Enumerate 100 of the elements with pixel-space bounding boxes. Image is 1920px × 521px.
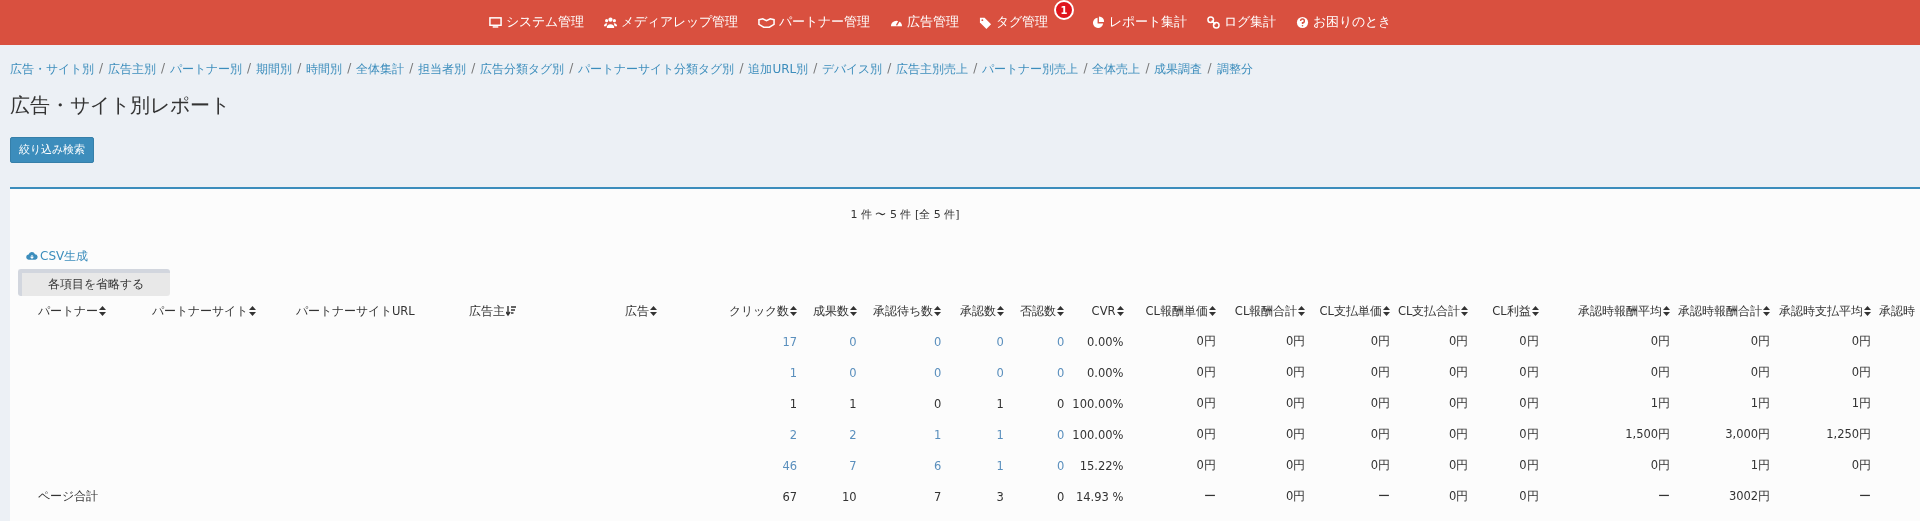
- sort-icon: [934, 306, 942, 316]
- count-link[interactable]: 6: [933, 458, 942, 473]
- column-header[interactable]: 承認時: [1879, 303, 1916, 319]
- breadcrumb-separator: /: [1207, 61, 1212, 77]
- count-link[interactable]: 0: [996, 365, 1004, 380]
- column-header[interactable]: CL報酬単価: [1145, 303, 1216, 319]
- monitor-icon: [489, 16, 502, 29]
- count-link[interactable]: 0: [849, 365, 857, 380]
- column-header[interactable]: パートナーサイト: [151, 303, 256, 319]
- count-link[interactable]: 0: [1057, 458, 1065, 473]
- table-cell: 0円: [1750, 365, 1771, 379]
- column-header[interactable]: パートナーサイトURL: [295, 303, 415, 319]
- table-cell: 0円: [1650, 334, 1671, 348]
- nav-menu-item[interactable]: 広告管理: [890, 14, 959, 31]
- table-cell: 0円: [1285, 489, 1306, 503]
- column-header[interactable]: クリック数: [729, 303, 798, 319]
- column-header[interactable]: 否認数: [1020, 303, 1065, 319]
- count-link[interactable]: 1: [996, 427, 1004, 442]
- table-cell: 0円: [1285, 334, 1306, 348]
- sort-icon: [99, 306, 106, 316]
- breadcrumb-link[interactable]: デバイス別: [822, 61, 883, 78]
- table-cell: 0.00%: [1086, 334, 1124, 349]
- count-link[interactable]: 2: [789, 427, 798, 442]
- sort-icon: [1057, 306, 1065, 316]
- breadcrumb-link[interactable]: パートナー別売上: [982, 61, 1079, 78]
- count-link[interactable]: 46: [782, 458, 798, 473]
- filter-search-button[interactable]: 絞り込み検索: [10, 137, 94, 163]
- column-header[interactable]: 承認数: [959, 303, 1004, 319]
- nav-menu-item[interactable]: ログ集計: [1207, 14, 1276, 31]
- collapse-columns-button[interactable]: 各項目を省略する: [18, 269, 170, 296]
- breadcrumb-link[interactable]: 担当者別: [418, 61, 467, 78]
- count-link[interactable]: 1: [933, 427, 942, 442]
- table-cell: 100.00%: [1072, 427, 1124, 442]
- table-cell: 3,000円: [1725, 427, 1771, 441]
- sort-icon: [1461, 306, 1469, 316]
- count-link[interactable]: 2: [849, 427, 857, 442]
- count-link[interactable]: 7: [849, 458, 857, 473]
- nav-menu-item[interactable]: レポート集計: [1092, 14, 1187, 31]
- nav-menu-item[interactable]: パートナー管理: [758, 14, 870, 31]
- breadcrumb-separator: /: [347, 61, 352, 77]
- column-header[interactable]: 承認時報酬合計: [1678, 303, 1771, 319]
- count-link[interactable]: 0: [1057, 427, 1065, 442]
- column-header[interactable]: CL利益: [1492, 303, 1539, 319]
- breadcrumb-link[interactable]: 時間別: [306, 61, 343, 78]
- count-link[interactable]: 0: [933, 365, 942, 380]
- table-cell: ー: [1658, 489, 1671, 503]
- breadcrumb-link[interactable]: 広告主別: [108, 61, 157, 78]
- count-link[interactable]: 1: [996, 458, 1004, 473]
- nav-menu-item[interactable]: お困りのとき: [1296, 14, 1391, 31]
- count-link[interactable]: 0: [1057, 334, 1065, 349]
- count-link[interactable]: 1: [789, 365, 798, 380]
- breadcrumb-link[interactable]: 成果調査: [1154, 61, 1203, 78]
- breadcrumb-link[interactable]: 広告主別売上: [896, 61, 969, 78]
- column-header[interactable]: CL報酬合計: [1234, 303, 1306, 319]
- column-header[interactable]: 承認時支払平均: [1779, 303, 1872, 319]
- table-cell: 0円: [1750, 334, 1771, 348]
- breadcrumb-link[interactable]: パートナーサイト分類タグ別: [578, 61, 735, 78]
- count-link[interactable]: 0: [1057, 365, 1065, 380]
- count-link[interactable]: 0: [933, 334, 942, 349]
- csv-export-link[interactable]: CSV生成: [26, 247, 89, 265]
- sort-icon: [1298, 306, 1306, 316]
- column-header[interactable]: 成果数: [812, 303, 857, 319]
- breadcrumb-separator: /: [409, 61, 414, 77]
- breadcrumb-link[interactable]: 追加URL別: [748, 61, 809, 78]
- sort-icon: [849, 306, 857, 316]
- column-header[interactable]: 承認待ち数: [873, 303, 942, 319]
- breadcrumb-link[interactable]: 期間別: [256, 61, 293, 78]
- count-link[interactable]: 17: [782, 334, 798, 349]
- sort-icon: [1208, 306, 1216, 316]
- table-cell: 14.93 %: [1076, 489, 1124, 504]
- table-cell: 0円: [1370, 427, 1390, 441]
- table-cell: 0円: [1519, 427, 1539, 441]
- table-cell: 0円: [1650, 365, 1671, 379]
- nav-menu-item[interactable]: システム管理: [489, 14, 584, 31]
- notification-badge: 1: [1054, 0, 1074, 20]
- breadcrumb-link[interactable]: 広告分類タグ別: [480, 61, 565, 78]
- table-cell: ー: [1859, 489, 1872, 503]
- breadcrumb-link[interactable]: 調整分: [1216, 61, 1253, 78]
- pie-chart-icon: [1092, 16, 1105, 29]
- nav-menu-item[interactable]: メディアレップ管理: [604, 14, 738, 31]
- column-header[interactable]: CL支払合計: [1398, 303, 1469, 319]
- table-cell: ー: [1203, 489, 1216, 503]
- table-cell: 0円: [1285, 458, 1306, 472]
- breadcrumb-link[interactable]: 全体売上: [1092, 61, 1141, 78]
- breadcrumb-link[interactable]: パートナー別: [170, 61, 243, 78]
- column-header[interactable]: 承認時報酬平均: [1578, 303, 1671, 319]
- column-header[interactable]: パートナー: [38, 303, 106, 319]
- column-header[interactable]: CL支払単価: [1319, 303, 1390, 319]
- count-link[interactable]: 0: [849, 334, 857, 349]
- column-header[interactable]: 広告主: [469, 303, 517, 319]
- table-cell: 1円: [1851, 396, 1872, 410]
- breadcrumb-link[interactable]: 広告・サイト別: [10, 61, 94, 78]
- column-header[interactable]: CVR: [1091, 304, 1124, 318]
- sort-icon: [650, 306, 658, 316]
- count-link[interactable]: 0: [996, 334, 1004, 349]
- column-header[interactable]: 広告: [625, 303, 658, 319]
- table-cell: 0円: [1519, 458, 1539, 472]
- table-cell: 1円: [1650, 396, 1671, 410]
- breadcrumb-link[interactable]: 全体集計: [356, 61, 405, 78]
- table-cell: 0.00%: [1086, 365, 1124, 380]
